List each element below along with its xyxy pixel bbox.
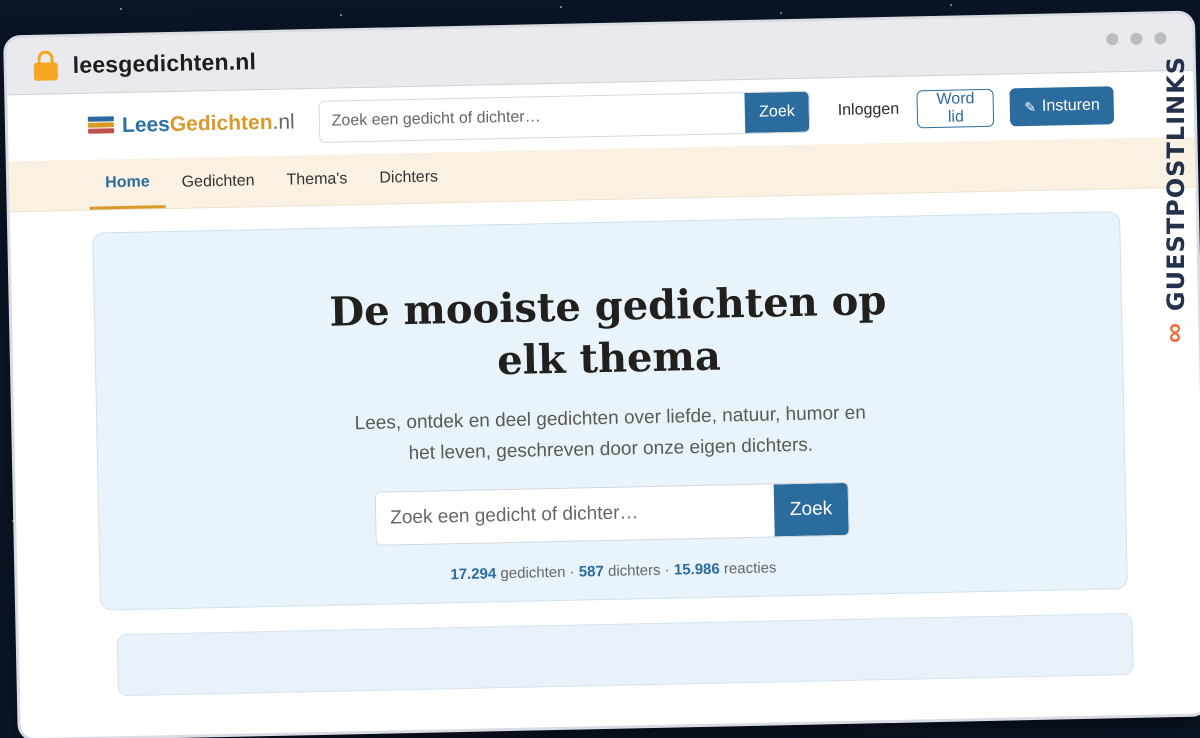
header-search-button[interactable]: Zoek — [744, 91, 810, 133]
header-search: Zoek — [318, 90, 811, 143]
hero-search-button[interactable]: Zoek — [773, 482, 849, 537]
url-text[interactable]: leesgedichten.nl — [72, 48, 256, 79]
logo-text-lees: Lees — [121, 113, 171, 138]
next-section-card — [116, 612, 1134, 697]
logo-text-gedichten: Gedichten — [169, 110, 273, 137]
hero-search: Zoek — [374, 481, 850, 546]
reactions-label: reacties — [723, 559, 777, 578]
window-controls — [1106, 32, 1167, 46]
register-button[interactable]: Word lid — [916, 88, 995, 129]
poems-count: 17.294 — [450, 565, 497, 584]
nav-item-themas[interactable]: Thema's — [270, 154, 364, 206]
hero-section: De mooiste gedichten op elk thema Lees, … — [92, 211, 1128, 611]
poets-label: dichters — [607, 561, 661, 580]
hero-subtitle: Lees, ontdek en deel gedichten over lief… — [354, 402, 867, 465]
submit-poem-button[interactable]: ✎ Insturen — [1009, 86, 1115, 127]
lock-icon — [32, 50, 59, 81]
header-search-input[interactable] — [319, 92, 746, 142]
watermark-text: GUESTPOSTLINKS — [1162, 56, 1190, 312]
submit-poem-label: Insturen — [1041, 96, 1100, 115]
poets-count: 587 — [578, 563, 605, 581]
nav-item-home[interactable]: Home — [88, 158, 167, 210]
logo-text-tld: .nl — [272, 110, 295, 134]
site-logo[interactable]: LeesGedichten.nl — [87, 110, 295, 138]
browser-window: leesgedichten.nl LeesGedichten.nl Zoek I… — [6, 13, 1200, 738]
hero-search-input[interactable] — [375, 484, 775, 545]
window-dot-icon[interactable] — [1106, 33, 1119, 46]
nav-item-gedichten[interactable]: Gedichten — [165, 156, 271, 208]
login-link[interactable]: Inloggen — [838, 101, 900, 120]
window-dot-icon[interactable] — [1154, 32, 1167, 45]
window-dot-icon[interactable] — [1130, 32, 1143, 45]
guestpostlinks-watermark: GUESTPOSTLINKS ∞ — [1158, 56, 1194, 356]
hero-title: De mooiste gedichten op elk thema — [328, 277, 887, 385]
chain-link-icon: ∞ — [1161, 323, 1192, 344]
reactions-count: 15.986 — [673, 560, 720, 579]
poems-label: gedichten — [500, 563, 566, 583]
books-icon — [87, 116, 115, 137]
site-stats: 17.294 gedichten · 587 dichters · 15.986… — [450, 559, 777, 584]
header-actions: Inloggen Word lid ✎ Insturen — [837, 86, 1115, 130]
nav-item-dichters[interactable]: Dichters — [363, 152, 455, 204]
pencil-icon: ✎ — [1024, 98, 1037, 115]
